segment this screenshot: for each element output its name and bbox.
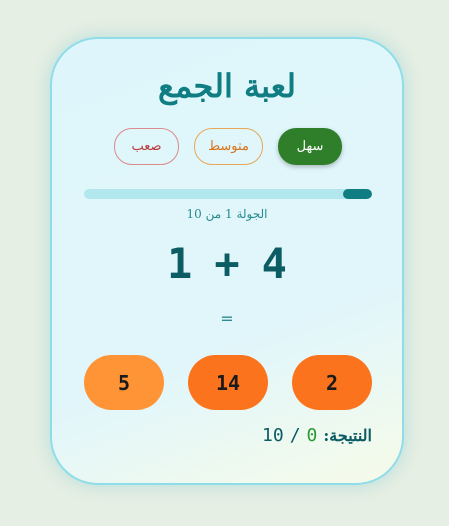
progress-fill [343, 189, 372, 199]
score-label: النتيجة: [323, 426, 372, 445]
score-value: 0 [306, 425, 318, 446]
operator: + [214, 239, 240, 288]
equation: 1 + 4 [52, 239, 402, 288]
progress-bar [84, 189, 372, 199]
answer-button[interactable]: 2 [292, 355, 372, 410]
round-label: الجولة 1 من 10 [186, 207, 268, 221]
difficulty-easy-button[interactable]: سهل [278, 128, 342, 165]
difficulty-medium-button[interactable]: متوسط [194, 128, 263, 165]
difficulty-hard-button[interactable]: صعب [114, 128, 179, 165]
score-total: 10 [262, 425, 284, 446]
equals-sign: = [220, 309, 234, 328]
score-separator: / [289, 425, 301, 446]
score-display: النتيجة: 0 / 10 [262, 425, 372, 446]
operand-b: 4 [261, 239, 287, 288]
operand-a: 1 [167, 239, 193, 288]
answer-button[interactable]: 5 [84, 355, 164, 410]
game-card: لعبة الجمع صعب متوسط سهل الجولة 1 من 10 … [50, 37, 404, 485]
game-title: لعبة الجمع [158, 67, 296, 105]
answer-button[interactable]: 14 [188, 355, 268, 410]
